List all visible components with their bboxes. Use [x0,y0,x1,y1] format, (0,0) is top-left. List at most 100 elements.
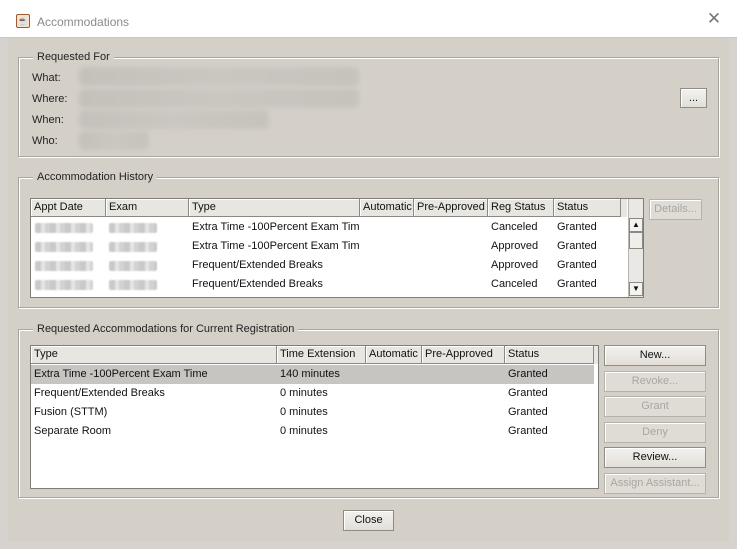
cell-status: Granted [508,368,548,380]
cell-time-extension: 0 minutes [280,425,328,437]
cell-status: Granted [508,425,548,437]
cell-automatic [366,384,422,403]
exam-redacted [109,280,157,290]
col-time-extension[interactable]: Time Extension [277,346,366,364]
cell-status: Granted [557,221,597,233]
cell-status: Granted [508,406,548,418]
cell-type: Extra Time -100Percent Exam Time [192,240,360,252]
col-pre-approved[interactable]: Pre-Approved [414,199,488,217]
cell-automatic [360,218,414,237]
cell-pre-approved [414,256,488,275]
exam-redacted [109,223,157,233]
title-bar: ☕ Accommodations ✕ [0,0,737,38]
cell-automatic [360,237,414,256]
cell-automatic [360,256,414,275]
appt-date-redacted [35,261,93,271]
table-row[interactable]: Fusion (STTM) 0 minutes Granted [31,403,594,422]
col-automatic[interactable]: Automatic [366,346,422,364]
requested-for-group: Requested For What: Where: When: Who: ..… [18,51,719,157]
current-accommodations-table: Type Time Extension Automatic Pre-Approv… [30,345,599,489]
cell-reg-status: Approved [491,259,539,271]
scroll-up-icon[interactable]: ▲ [629,218,643,232]
table-row[interactable]: Frequent/Extended Breaks 0 minutes Grant… [31,384,594,403]
col-status[interactable]: Status [554,199,621,217]
cell-reg-status: Approved [491,240,539,252]
cell-time-extension: 0 minutes [280,387,328,399]
cell-pre-approved [422,365,505,384]
cell-time-extension: 140 minutes [280,368,340,380]
cell-type: Extra Time -100Percent Exam Time [192,221,360,233]
details-button[interactable]: Details... [649,199,702,220]
table-row[interactable]: Frequent/Extended Breaks Canceled Grante… [31,275,627,294]
col-type[interactable]: Type [31,346,277,364]
table-row[interactable]: Extra Time -100Percent Exam Time Cancele… [31,218,627,237]
grant-button[interactable]: Grant [604,396,706,417]
cell-pre-approved [422,422,505,441]
cell-pre-approved [422,384,505,403]
revoke-button[interactable]: Revoke... [604,371,706,392]
cell-type: Frequent/Extended Breaks [192,259,323,271]
requested-for-legend: Requested For [33,51,114,63]
cell-status: Granted [557,278,597,290]
exam-redacted [109,242,157,252]
current-registration-group: Requested Accommodations for Current Reg… [18,323,719,498]
table-row[interactable]: Separate Room 0 minutes Granted [31,422,594,441]
cell-type: Separate Room [34,425,112,437]
cell-automatic [366,422,422,441]
appt-date-redacted [35,280,93,290]
appt-date-redacted [35,223,93,233]
cell-type: Frequent/Extended Breaks [192,278,323,290]
cell-pre-approved [414,218,488,237]
cell-automatic [360,275,414,294]
cell-reg-status: Canceled [491,221,538,233]
cell-time-extension: 0 minutes [280,406,328,418]
history-scrollbar[interactable]: ▲ ▼ [628,199,643,297]
new-button[interactable]: New... [604,345,706,366]
cell-pre-approved [414,237,488,256]
java-cup-icon: ☕ [16,14,30,28]
table-row[interactable]: Frequent/Extended Breaks Approved Grante… [31,256,627,275]
col-exam[interactable]: Exam [106,199,189,217]
cell-status: Granted [557,240,597,252]
history-table: Appt Date Exam Type Automatic Pre-Approv… [30,198,644,298]
window-title: Accommodations [37,15,130,29]
cell-status: Granted [508,387,548,399]
col-pre-approved[interactable]: Pre-Approved [422,346,505,364]
table-row-selected[interactable]: Extra Time -100Percent Exam Time 140 min… [31,365,594,384]
when-value-redacted [79,110,269,129]
scroll-down-icon[interactable]: ▼ [629,282,643,296]
cell-status: Granted [557,259,597,271]
current-legend: Requested Accommodations for Current Reg… [33,323,299,335]
col-type[interactable]: Type [189,199,360,217]
who-label: Who: [32,135,58,147]
accommodation-history-group: Accommodation History Appt Date Exam Typ… [18,171,719,308]
browse-button[interactable]: ... [680,88,707,108]
where-value-redacted [79,89,359,108]
who-value-redacted [79,131,149,150]
appt-date-redacted [35,242,93,252]
deny-button[interactable]: Deny [604,422,706,443]
table-row[interactable]: Extra Time -100Percent Exam Time Approve… [31,237,627,256]
col-reg-status[interactable]: Reg Status [488,199,554,217]
cell-automatic [366,365,422,384]
close-icon[interactable]: ✕ [705,10,723,28]
dialog-content: Requested For What: Where: When: Who: ..… [8,38,729,541]
review-button[interactable]: Review... [604,447,706,468]
assign-assistant-button[interactable]: Assign Assistant... [604,473,706,494]
scroll-thumb[interactable] [629,232,643,249]
close-button[interactable]: Close [343,510,394,531]
cell-reg-status: Canceled [491,278,538,290]
cell-pre-approved [414,275,488,294]
col-automatic[interactable]: Automatic [360,199,414,217]
col-appt-date[interactable]: Appt Date [31,199,106,217]
cell-type: Extra Time -100Percent Exam Time [34,368,208,380]
where-label: Where: [32,93,68,105]
cell-type: Fusion (STTM) [34,406,108,418]
when-label: When: [32,114,64,126]
exam-redacted [109,261,157,271]
col-status[interactable]: Status [505,346,594,364]
what-value-redacted [79,67,359,86]
cell-automatic [366,403,422,422]
history-legend: Accommodation History [33,171,158,183]
what-label: What: [32,72,61,84]
